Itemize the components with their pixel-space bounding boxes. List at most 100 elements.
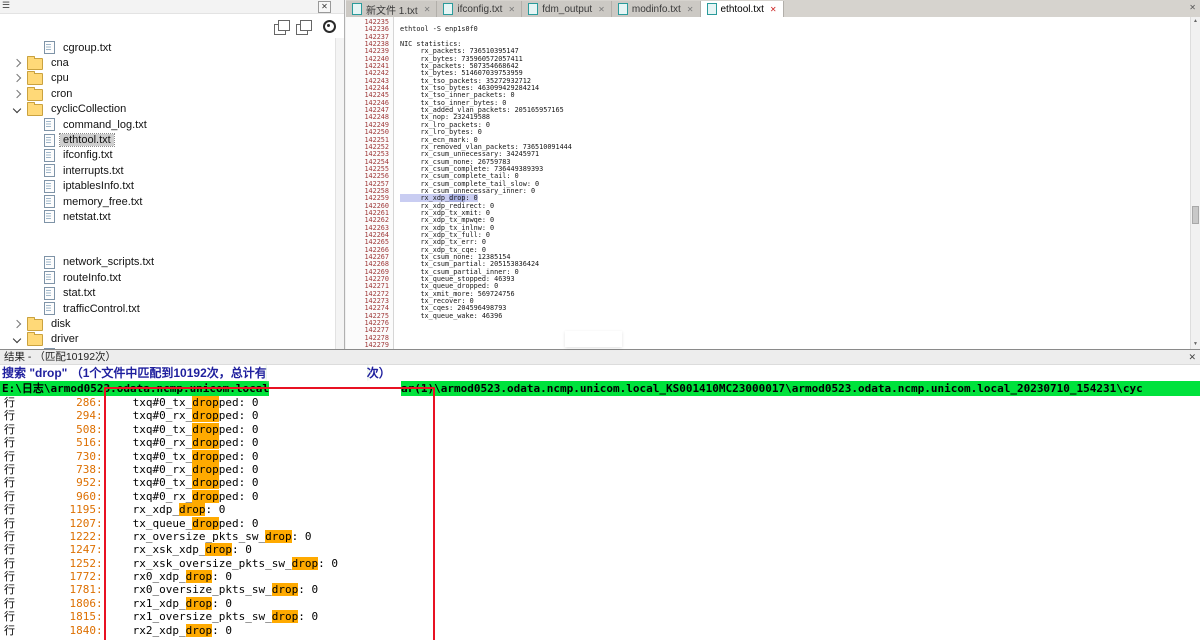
tab-ethtool.txt[interactable]: ethtool.txt✕ xyxy=(701,1,784,17)
match-row[interactable]: 行1247:rx_xsk_xdp_drop: 0 xyxy=(0,543,1200,556)
workspace-close-icon[interactable]: ✕ xyxy=(318,1,331,13)
tile-windows-icon[interactable] xyxy=(296,24,308,35)
tab-ifconfig.txt[interactable]: ifconfig.txt✕ xyxy=(437,1,522,17)
tab--1.txt[interactable]: 新文件 1.txt✕ xyxy=(346,1,437,17)
match-row[interactable]: 行294:txq#0_rx_dropped: 0 xyxy=(0,409,1200,422)
tree-item-interrupts.txt[interactable]: interrupts.txt xyxy=(0,163,336,178)
code-line[interactable]: rx_xdp_tx_err: 0 xyxy=(400,239,1191,246)
tabbar-close-icon[interactable]: ✕ xyxy=(1189,3,1196,12)
tab-modinfo.txt[interactable]: modinfo.txt✕ xyxy=(612,1,701,17)
tab-fdm_output[interactable]: fdm_output✕ xyxy=(522,1,612,17)
tab-close-icon[interactable]: ✕ xyxy=(508,5,515,14)
tree-item-netstat.txt[interactable]: netstat.txt xyxy=(0,209,336,224)
match-row[interactable]: 行1840:rx2_xdp_drop: 0 xyxy=(0,624,1200,637)
tree-item-routeInfo.txt[interactable]: routeInfo.txt xyxy=(0,270,336,285)
tree-item-memory_free.txt[interactable]: memory_free.txt xyxy=(0,194,336,209)
match-row[interactable]: 行730:txq#0_tx_dropped: 0 xyxy=(0,450,1200,463)
chevron-down-icon[interactable] xyxy=(13,335,21,343)
tree-item-network_scripts.txt[interactable]: network_scripts.txt xyxy=(0,255,336,270)
result-file-path[interactable]: E:\日志\armod0523.odata.ncmp.unicom.locala… xyxy=(0,381,1200,396)
match-row[interactable]: 行1222:rx_oversize_pkts_sw_drop: 0 xyxy=(0,530,1200,543)
code-line[interactable] xyxy=(400,320,1191,327)
match-text: rx_xsk_oversize_pkts_sw_drop: 0 xyxy=(133,557,338,570)
cascade-windows-icon[interactable] xyxy=(274,24,286,35)
match-row[interactable]: 行1806:rx1_xdp_drop: 0 xyxy=(0,597,1200,610)
tree-item-stat.txt[interactable]: stat.txt xyxy=(0,285,336,300)
tree-item-disk[interactable]: disk xyxy=(0,316,336,331)
code-line[interactable] xyxy=(400,335,1191,342)
tree-item-trafficControl.txt[interactable]: trafficControl.txt xyxy=(0,301,336,316)
tree-item-iptablesInfo.txt[interactable]: iptablesInfo.txt xyxy=(0,179,336,194)
code-area[interactable]: ethtool -S enp1s0f0NIC statistics: rx_pa… xyxy=(394,17,1191,349)
match-row[interactable]: 行960:txq#0_rx_dropped: 0 xyxy=(0,490,1200,503)
code-line[interactable]: rx_lro_packets: 0 xyxy=(400,122,1191,129)
tree-item-cpu[interactable]: cpu xyxy=(0,71,336,86)
editor-scrollbar[interactable]: ▲ ▼ xyxy=(1190,17,1200,349)
tree-item-driver[interactable]: driver xyxy=(0,332,336,347)
code-line[interactable] xyxy=(400,19,1191,26)
match-row[interactable]: 行738:txq#0_rx_dropped: 0 xyxy=(0,463,1200,476)
code-line[interactable]: tx_nop: 232419588 xyxy=(400,114,1191,121)
code-line[interactable]: tx_recover: 0 xyxy=(400,298,1191,305)
locate-file-icon[interactable] xyxy=(323,20,336,33)
code-line[interactable]: rx_csum_unnecessary: 34245971 xyxy=(400,151,1191,158)
code-line[interactable]: rx_xdp_tx_inlnw: 0 xyxy=(400,225,1191,232)
tree-item-command_log.txt[interactable]: command_log.txt xyxy=(0,117,336,132)
colon: : xyxy=(96,530,103,543)
code-line[interactable]: tx_added_vlan_packets: 205165957165 xyxy=(400,107,1191,114)
tree-scrollbar[interactable] xyxy=(335,38,344,349)
code-line[interactable]: rx_xdp_redirect: 0 xyxy=(400,203,1191,210)
chevron-right-icon[interactable] xyxy=(13,74,21,82)
code-line[interactable]: tx_cqes: 204596498793 xyxy=(400,305,1191,312)
tree-item-ethtool.txt[interactable]: ethtool.txt xyxy=(0,132,336,147)
match-row[interactable]: 行1252:rx_xsk_oversize_pkts_sw_drop: 0 xyxy=(0,557,1200,570)
scroll-up-icon[interactable]: ▲ xyxy=(1191,17,1200,26)
match-row[interactable]: 行1815:rx1_oversize_pkts_sw_drop: 0 xyxy=(0,610,1200,623)
code-line[interactable]: tx_tso_inner_packets: 0 xyxy=(400,92,1191,99)
tree-item-label: trafficControl.txt xyxy=(60,303,143,315)
tab-close-icon[interactable]: ✕ xyxy=(770,5,777,14)
tree-item-cron[interactable]: cron xyxy=(0,86,336,101)
match-row[interactable]: 行1207:tx_queue_dropped: 0 xyxy=(0,517,1200,530)
results-close-icon[interactable]: ✕ xyxy=(1188,350,1196,364)
code-line[interactable]: rx_xdp_drop: 0 xyxy=(400,195,1191,202)
code-line[interactable]: rx_xdp_tx_mpwqe: 0 xyxy=(400,217,1191,224)
chevron-down-icon[interactable] xyxy=(13,105,21,113)
code-line[interactable] xyxy=(400,342,1191,349)
chevron-right-icon[interactable] xyxy=(13,90,21,98)
match-row[interactable]: 行952:txq#0_tx_dropped: 0 xyxy=(0,476,1200,489)
menu-icon[interactable]: ☰ xyxy=(2,0,10,11)
code-line[interactable]: tx_csum_partial_inner: 0 xyxy=(400,269,1191,276)
code-line[interactable]: rx_csum_unnecessary_inner: 0 xyxy=(400,188,1191,195)
tree-item-cyclicCollection[interactable]: cyclicCollection xyxy=(0,102,336,117)
chevron-right-icon[interactable] xyxy=(13,59,21,67)
match-row[interactable]: 行286:txq#0_tx_dropped: 0 xyxy=(0,396,1200,409)
match-row[interactable]: 行508:txq#0_tx_dropped: 0 xyxy=(0,423,1200,436)
code-line[interactable]: tx_queue_wake: 46396 xyxy=(400,313,1191,320)
code-line[interactable] xyxy=(400,34,1191,41)
match-row[interactable]: 行516:txq#0_rx_dropped: 0 xyxy=(0,436,1200,449)
code-line[interactable]: rx_lro_bytes: 0 xyxy=(400,129,1191,136)
code-line[interactable]: rx_xdp_tx_xmit: 0 xyxy=(400,210,1191,217)
scroll-down-icon[interactable]: ▼ xyxy=(1191,340,1200,349)
code-line[interactable]: tx_xmit_more: 569724756 xyxy=(400,291,1191,298)
tree-item-ifconfig.txt[interactable]: ifconfig.txt xyxy=(0,148,336,163)
code-line[interactable]: tx_tso_bytes: 463099429284214 xyxy=(400,85,1191,92)
tab-close-icon[interactable]: ✕ xyxy=(424,5,431,14)
code-line[interactable]: tx_queue_stopped: 46393 xyxy=(400,276,1191,283)
match-row[interactable]: 行1781:rx0_oversize_pkts_sw_drop: 0 xyxy=(0,583,1200,596)
tab-close-icon[interactable]: ✕ xyxy=(687,5,694,14)
chevron-right-icon[interactable] xyxy=(13,320,21,328)
match-row[interactable]: 行1772:rx0_xdp_drop: 0 xyxy=(0,570,1200,583)
code-line[interactable]: tx_queue_dropped: 0 xyxy=(400,283,1191,290)
tree-item-cna[interactable]: cna xyxy=(0,55,336,70)
tree-item-cgroup.txt[interactable]: cgroup.txt xyxy=(0,40,336,55)
match-row[interactable]: 行1195:rx_xdp_drop: 0 xyxy=(0,503,1200,516)
code-line[interactable] xyxy=(400,327,1191,334)
tab-close-icon[interactable]: ✕ xyxy=(598,5,605,14)
scrollbar-thumb[interactable] xyxy=(1192,206,1199,224)
code-line[interactable]: rx_xdp_tx_cqe: 0 xyxy=(400,247,1191,254)
editor[interactable]: 1422351422361422371422381422391422401422… xyxy=(346,17,1191,349)
code-line[interactable]: ethtool -S enp1s0f0 xyxy=(400,26,1191,33)
code-line[interactable]: rx_xdp_tx_full: 0 xyxy=(400,232,1191,239)
